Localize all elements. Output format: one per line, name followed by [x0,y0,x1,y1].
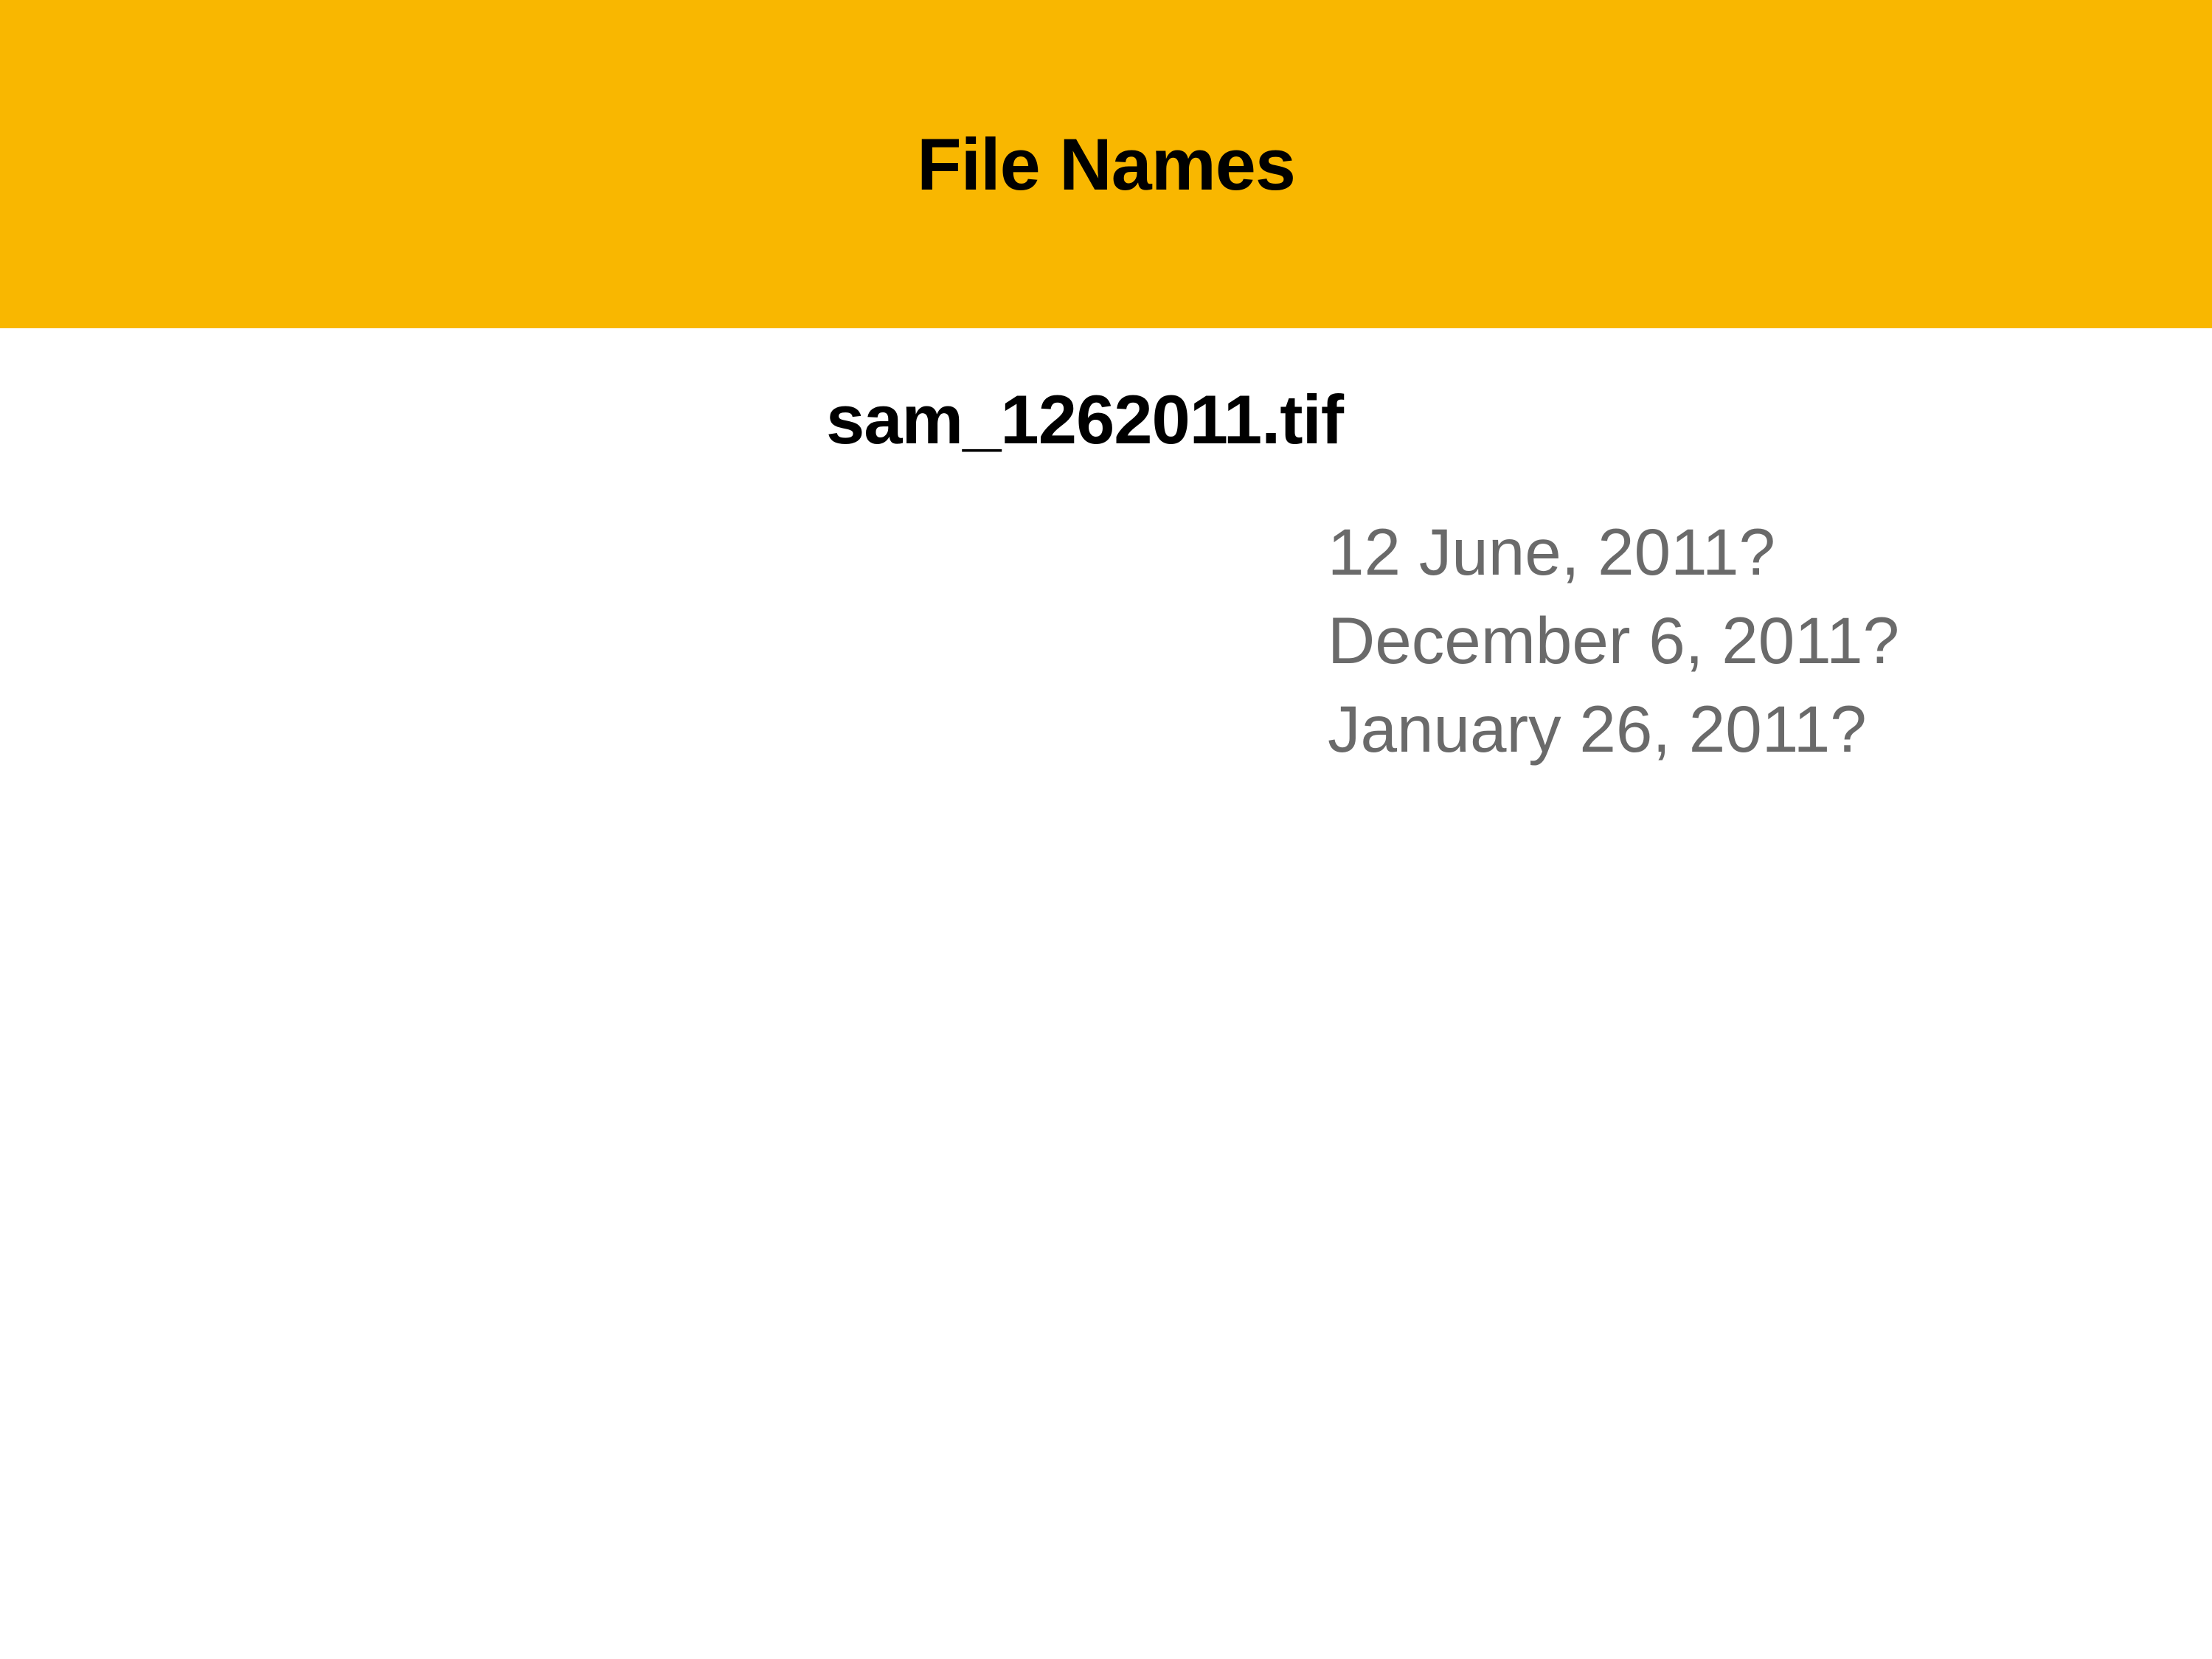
header-band: File Names [0,0,2212,328]
interpretation-item: December 6, 2011? [1328,596,2212,685]
slide-title: File Names [917,122,1295,207]
example-filename: sam_1262011.tif [826,380,2212,460]
interpretations-list: 12 June, 2011? December 6, 2011? January… [1328,508,2212,773]
interpretation-item: January 26, 2011? [1328,685,2212,773]
interpretation-item: 12 June, 2011? [1328,508,2212,596]
content-area: sam_1262011.tif 12 June, 2011? December … [0,328,2212,773]
